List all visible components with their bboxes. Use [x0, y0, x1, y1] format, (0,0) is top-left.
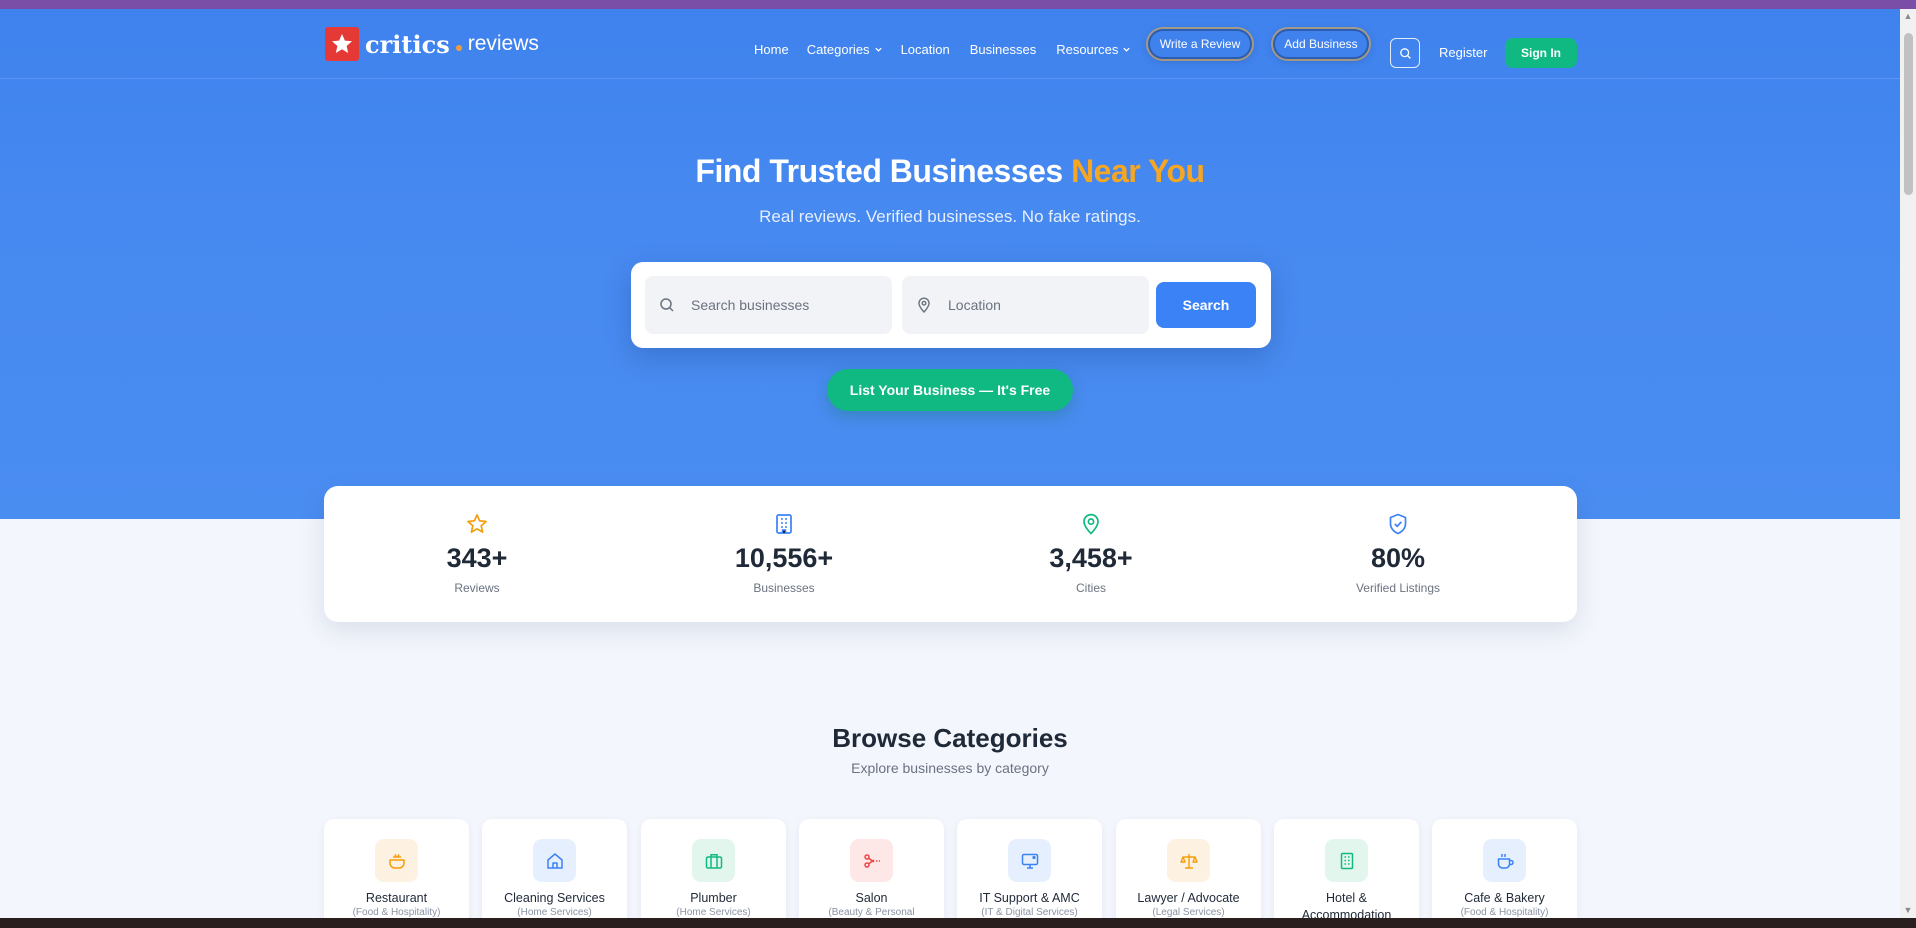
- star-icon: [467, 514, 487, 533]
- coffee-icon: [1483, 839, 1526, 882]
- stat-reviews: 343+ Reviews: [324, 486, 630, 622]
- category-card-plumber[interactable]: Plumber (Home Services): [641, 819, 786, 928]
- scrollbar-thumb[interactable]: [1904, 33, 1913, 195]
- write-review-button[interactable]: Write a Review: [1148, 29, 1252, 59]
- category-group: (Food & Hospitality): [1460, 907, 1549, 918]
- category-group: (IT & Digital Services): [981, 907, 1078, 918]
- stat-value: 343+: [446, 543, 508, 573]
- category-group: (Food & Hospitality): [352, 907, 441, 918]
- map-pin-icon: [918, 297, 930, 313]
- building-icon: [1325, 839, 1368, 882]
- stat-label: Reviews: [454, 581, 500, 595]
- chevron-down-icon: [1123, 47, 1130, 52]
- star-logo-icon: [325, 27, 359, 61]
- scroll-down-arrow-icon[interactable]: ▼: [1903, 905, 1913, 915]
- search-panel: Search: [631, 262, 1271, 348]
- nav-search-button[interactable]: [1390, 38, 1420, 68]
- scroll-up-arrow-icon[interactable]: ▲: [1903, 11, 1913, 21]
- categories-title: Browse Categories: [832, 723, 1068, 753]
- page-scrollbar[interactable]: ▲ ▼: [1900, 9, 1916, 918]
- category-card-hotel[interactable]: Hotel & Accommodation: [1274, 819, 1419, 928]
- nav-businesses-label: Businesses: [969, 42, 1037, 57]
- bottom-edge-bar: [0, 918, 1916, 928]
- search-input[interactable]: [691, 297, 851, 313]
- hero-subtitle: Real reviews. Verified businesses. No fa…: [759, 207, 1141, 226]
- nav-home[interactable]: Home: [754, 42, 789, 57]
- category-name: Cafe & Bakery: [1464, 891, 1545, 905]
- category-card-restaurant[interactable]: Restaurant (Food & Hospitality): [324, 819, 469, 928]
- list-business-cta-button[interactable]: List Your Business — It's Free: [827, 369, 1073, 411]
- brand-name-secondary: reviews: [467, 32, 539, 55]
- category-group: (Home Services): [676, 907, 751, 918]
- stat-verified: 80% Verified Listings: [1245, 486, 1551, 622]
- category-card-salon[interactable]: Salon (Beauty & Personal: [799, 819, 944, 928]
- map-pin-icon: [1083, 513, 1099, 535]
- sign-in-button[interactable]: Sign In: [1505, 38, 1577, 68]
- register-link[interactable]: Register: [1439, 45, 1487, 60]
- stat-value: 10,556+: [734, 543, 834, 573]
- briefcase-icon: [692, 839, 735, 882]
- scales-icon: [1167, 839, 1210, 882]
- nav-businesses[interactable]: Businesses: [970, 42, 1036, 57]
- brand-logo[interactable]: critics reviews: [325, 27, 539, 61]
- category-card-cleaning[interactable]: Cleaning Services (Home Services): [482, 819, 627, 928]
- brand-name-primary: critics: [365, 29, 450, 59]
- nav-resources-label: Resources: [1056, 42, 1119, 57]
- category-name: Lawyer / Advocate: [1137, 891, 1240, 905]
- stat-value: 3,458+: [1049, 543, 1133, 573]
- brand-dot: [455, 45, 462, 51]
- top-navbar: critics reviews Home Categories Location…: [0, 9, 1900, 79]
- search-field[interactable]: [645, 276, 892, 334]
- category-name: Cleaning Services: [504, 891, 605, 905]
- hero-title-main: Find Trusted Businesses: [695, 153, 1063, 189]
- nav-categories-label: Categories: [806, 42, 870, 57]
- category-card-cafe[interactable]: Cafe & Bakery (Food & Hospitality): [1432, 819, 1577, 928]
- monitor-icon: [1008, 839, 1051, 882]
- stat-label: Cities: [1075, 581, 1106, 595]
- nav-location-label: Location: [900, 42, 950, 57]
- chevron-down-icon: [874, 47, 882, 52]
- nav-categories[interactable]: Categories: [807, 42, 883, 57]
- category-card-it-support[interactable]: IT Support & AMC (IT & Digital Services): [957, 819, 1102, 928]
- category-name: Plumber: [690, 891, 737, 905]
- category-group: (Home Services): [517, 907, 592, 918]
- stats-card: 343+ Reviews 10,556+ Businesses 3,458+ C…: [324, 486, 1577, 622]
- category-group: (Legal Services): [1152, 907, 1225, 918]
- category-group: (Beauty & Personal: [828, 907, 915, 918]
- categories-subtitle: Explore businesses by category: [851, 760, 1049, 776]
- add-business-button[interactable]: Add Business: [1273, 29, 1369, 59]
- category-name: Salon: [855, 891, 888, 905]
- scissors-icon: [850, 839, 893, 882]
- hero-title-accent: Near You: [1071, 153, 1205, 189]
- building-icon: [776, 514, 792, 534]
- search-icon: [660, 298, 674, 312]
- nav-location[interactable]: Location: [901, 42, 950, 57]
- hero-title: Find Trusted Businesses Near You: [0, 153, 1900, 190]
- stat-label: Verified Listings: [1355, 581, 1441, 595]
- nav-links: Home Categories Location Businesses Reso…: [754, 42, 1131, 57]
- nav-resources[interactable]: Resources: [1056, 42, 1131, 57]
- cooking-pot-icon: [375, 839, 418, 882]
- home-icon: [533, 839, 576, 882]
- category-card-lawyer[interactable]: Lawyer / Advocate (Legal Services): [1116, 819, 1261, 928]
- category-name: Restaurant: [365, 891, 428, 905]
- shield-check-icon: [1389, 513, 1407, 535]
- category-name: IT Support & AMC: [979, 891, 1080, 905]
- nav-home-label: Home: [754, 42, 789, 57]
- stat-value: 80%: [1370, 543, 1426, 573]
- category-name: Hotel &: [1326, 891, 1367, 905]
- search-icon: [1399, 47, 1411, 59]
- location-field[interactable]: [902, 276, 1149, 334]
- stat-label: Businesses: [753, 581, 815, 595]
- location-input[interactable]: [948, 297, 1108, 313]
- stat-cities: 3,458+ Cities: [938, 486, 1244, 622]
- search-submit-button[interactable]: Search: [1156, 282, 1256, 328]
- stat-businesses: 10,556+ Businesses: [631, 486, 937, 622]
- top-accent-stripe: [0, 0, 1916, 9]
